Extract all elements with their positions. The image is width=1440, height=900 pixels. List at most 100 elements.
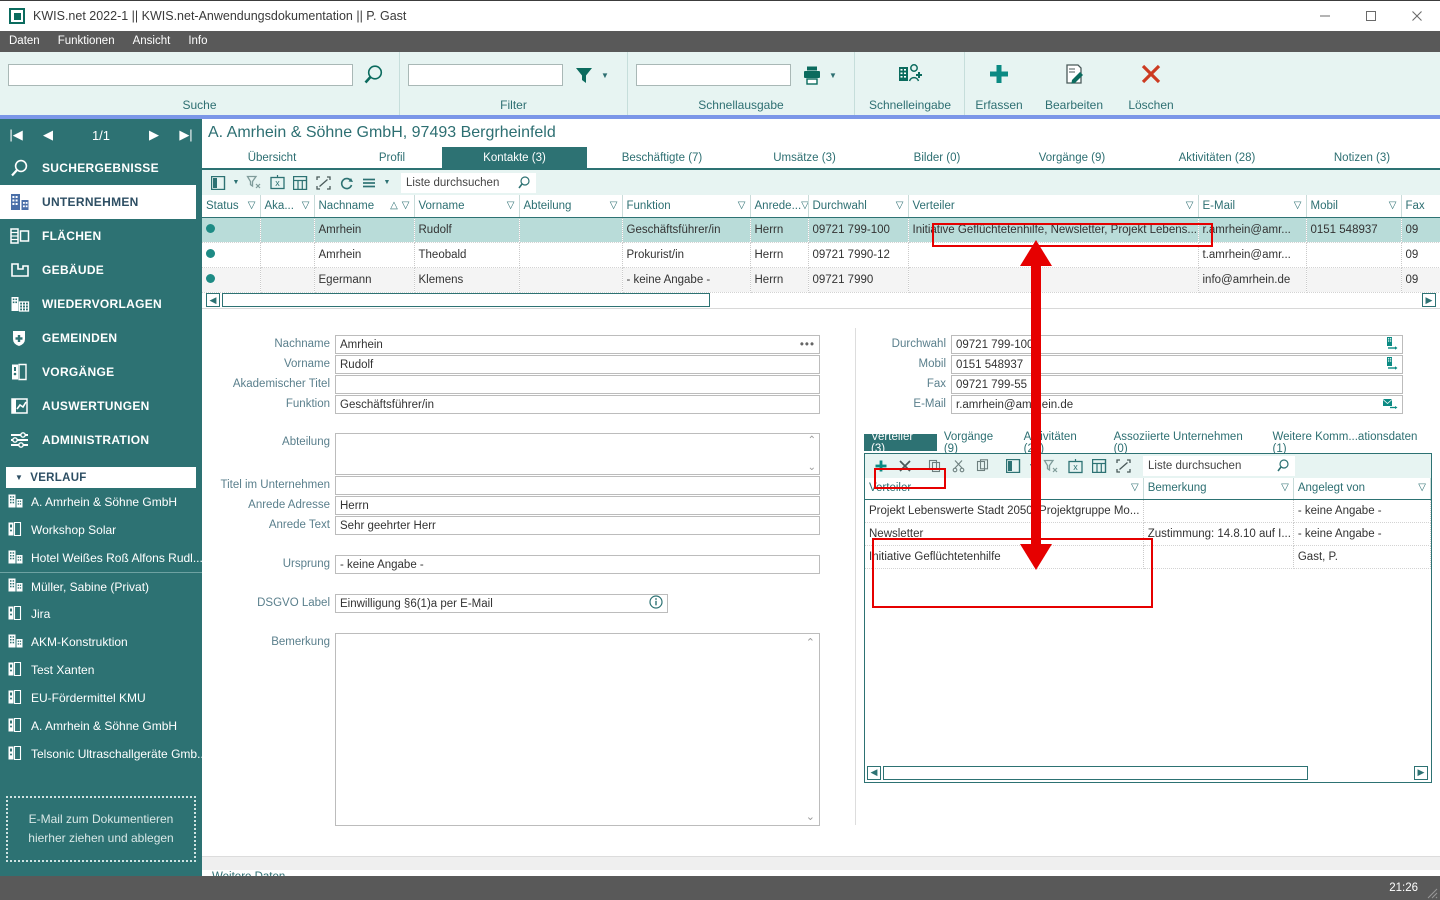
subtab-aktivitaeten[interactable]: Aktivitäten (26) bbox=[1017, 431, 1107, 455]
funnel-icon[interactable] bbox=[569, 60, 599, 90]
history-item[interactable]: Telsonic Ultraschallgeräte Gmb... bbox=[0, 740, 202, 768]
erfassen-button[interactable]: Erfassen bbox=[965, 52, 1033, 115]
maximize-button[interactable] bbox=[1348, 1, 1394, 32]
info-icon[interactable] bbox=[649, 595, 663, 612]
col-fax[interactable]: Fax bbox=[1401, 195, 1440, 218]
x-icon[interactable] bbox=[895, 456, 915, 476]
cut-icon[interactable] bbox=[949, 456, 969, 476]
input-nachname[interactable]: Amrhein ••• bbox=[335, 335, 820, 354]
table-row[interactable]: Amrhein Rudolf Geschäftsführer/in Herrn … bbox=[202, 217, 1440, 243]
scroll-left-button[interactable]: ◀ bbox=[206, 293, 220, 307]
tab-bilder[interactable]: Bilder (0) bbox=[872, 147, 1002, 168]
scroll-up-icon[interactable]: ⌃ bbox=[806, 636, 815, 649]
clear-filter-icon[interactable] bbox=[244, 173, 264, 193]
filter-icon[interactable]: ▽ bbox=[801, 200, 807, 211]
filter-input[interactable] bbox=[408, 64, 563, 86]
tab-kontakte[interactable]: Kontakte (3) bbox=[442, 147, 587, 168]
col-status[interactable]: Status ▽ bbox=[202, 195, 261, 218]
ellipsis-icon[interactable]: ••• bbox=[800, 339, 815, 351]
chevron-down-icon[interactable]: ▼ bbox=[382, 173, 392, 193]
columns-icon[interactable] bbox=[208, 173, 228, 193]
input-titel-im-unternehmen[interactable] bbox=[335, 476, 820, 495]
resize-grip-icon[interactable] bbox=[1424, 885, 1438, 899]
schnelleingabe-button[interactable]: Schnelleingabe bbox=[855, 52, 965, 115]
table-row[interactable]: Projekt Lebenswerte Stadt 2050: Projektg… bbox=[865, 499, 1432, 523]
filter-icon[interactable]: ▽ bbox=[1281, 482, 1289, 494]
input-anrede-text[interactable]: Sehr geehrter Herr bbox=[335, 516, 820, 535]
input-vorname[interactable]: Rudolf bbox=[335, 355, 820, 374]
filter-icon[interactable]: ▽ bbox=[610, 200, 618, 211]
scrollbar-thumb[interactable] bbox=[883, 765, 1308, 780]
col-bemerkung[interactable]: Bemerkung ▽ bbox=[1143, 478, 1294, 500]
history-item[interactable]: A. Amrhein & Söhne GmbH bbox=[0, 712, 202, 740]
scroll-down-icon[interactable]: ⌄ bbox=[806, 810, 815, 823]
clear-filter-icon[interactable] bbox=[1041, 456, 1061, 476]
pager-prev-button[interactable]: ◀ bbox=[32, 127, 64, 143]
menu-item-daten[interactable]: Daten bbox=[0, 31, 49, 52]
tab-vorgaenge[interactable]: Vorgänge (9) bbox=[1002, 147, 1142, 168]
input-akademischer-titel[interactable] bbox=[335, 375, 820, 394]
paste-icon[interactable] bbox=[973, 456, 993, 476]
sort-asc-icon[interactable]: △ bbox=[390, 200, 398, 211]
table-row[interactable]: Egermann Klemens - keine Angabe - Herrn … bbox=[202, 267, 1440, 293]
filter-icon[interactable]: ▽ bbox=[1389, 200, 1397, 211]
history-item[interactable]: Jira bbox=[0, 600, 202, 628]
scrollbar-track[interactable] bbox=[220, 293, 1422, 307]
scroll-down-icon[interactable]: ⌄ bbox=[808, 462, 816, 473]
excel-export-icon[interactable]: x bbox=[267, 173, 287, 193]
minimize-button[interactable] bbox=[1302, 1, 1348, 32]
menu-item-info[interactable]: Info bbox=[179, 31, 216, 52]
expand-icon[interactable] bbox=[313, 173, 333, 193]
sidebar-item-flaechen[interactable]: FLÄCHEN bbox=[0, 219, 202, 253]
filter-dropdown-caret-icon[interactable]: ▼ bbox=[599, 71, 611, 80]
col-anrede[interactable]: Anrede...▽ bbox=[750, 195, 809, 218]
filter-icon[interactable]: ▽ bbox=[302, 200, 310, 211]
filter-icon[interactable]: ▽ bbox=[1131, 482, 1139, 494]
scrollbar-track[interactable] bbox=[881, 765, 1414, 780]
verteiler-horizontal-scrollbar[interactable]: ◀ ▶ bbox=[867, 765, 1428, 780]
pager-last-button[interactable]: ▶| bbox=[170, 127, 202, 143]
sidebar-item-unternehmen[interactable]: UNTERNEHMEN bbox=[0, 185, 196, 219]
magnifier-icon[interactable] bbox=[517, 175, 532, 193]
scroll-right-button[interactable]: ▶ bbox=[1414, 765, 1428, 780]
col-email[interactable]: E-Mail ▽ bbox=[1198, 195, 1307, 218]
pager-next-button[interactable]: ▶ bbox=[138, 127, 170, 143]
history-section-header[interactable]: ▼ VERLAUF bbox=[6, 467, 196, 488]
tab-profil[interactable]: Profil bbox=[342, 147, 442, 168]
history-item[interactable]: AKM-Konstruktion bbox=[0, 628, 202, 656]
tab-beschaeftigte[interactable]: Beschäftigte (7) bbox=[587, 147, 737, 168]
input-durchwahl[interactable]: 09721 799-100 bbox=[951, 335, 1403, 354]
input-ursprung[interactable]: - keine Angabe - bbox=[335, 555, 820, 574]
menu-item-ansicht[interactable]: Ansicht bbox=[124, 31, 180, 52]
sidebar-item-auswertungen[interactable]: AUSWERTUNGEN bbox=[0, 389, 202, 423]
filter-icon[interactable]: ▽ bbox=[1294, 200, 1302, 211]
plus-icon[interactable] bbox=[871, 456, 891, 476]
history-item[interactable]: Test Xanten bbox=[0, 656, 202, 684]
input-funktion[interactable]: Geschäftsführer/in bbox=[335, 395, 820, 414]
scroll-left-button[interactable]: ◀ bbox=[867, 765, 881, 780]
tab-uebersicht[interactable]: Übersicht bbox=[202, 147, 342, 168]
email-dropzone[interactable]: E-Mail zum Dokumentieren hierher ziehen … bbox=[6, 796, 196, 862]
subtab-assoziierte-unternehmen[interactable]: Assoziierte Unternehmen (0) bbox=[1107, 431, 1266, 455]
phone-dial-icon[interactable] bbox=[1384, 336, 1398, 353]
excel-export-icon[interactable]: x bbox=[1065, 456, 1085, 476]
magnifier-icon[interactable] bbox=[1276, 458, 1291, 476]
history-item[interactable]: EU-Fördermittel KMU bbox=[0, 684, 202, 712]
suche-input[interactable] bbox=[8, 64, 353, 86]
table-row[interactable]: Newsletter Zustimmung: 14.8.10 auf I... … bbox=[865, 522, 1432, 546]
menu-icon[interactable] bbox=[359, 173, 379, 193]
input-bemerkung[interactable]: ⌃ ⌄ bbox=[335, 633, 820, 826]
subtab-vorgaenge[interactable]: Vorgänge (9) bbox=[937, 431, 1017, 455]
filter-icon[interactable]: ▽ bbox=[248, 200, 256, 211]
filter-icon[interactable]: ▽ bbox=[1418, 482, 1426, 494]
subtab-verteiler[interactable]: Verteiler (3) bbox=[864, 431, 937, 455]
col-aka[interactable]: Aka... ▽ bbox=[260, 195, 315, 218]
expand-icon[interactable] bbox=[1113, 456, 1133, 476]
sidebar-item-gebaeude[interactable]: GEBÄUDE bbox=[0, 253, 202, 287]
filter-icon[interactable]: ▽ bbox=[738, 200, 746, 211]
grid-horizontal-scrollbar[interactable]: ◀ ▶ bbox=[202, 292, 1440, 309]
col-durchwahl[interactable]: Durchwahl ▽ bbox=[808, 195, 909, 218]
sidebar-item-administration[interactable]: ADMINISTRATION bbox=[0, 423, 202, 457]
col-verteiler[interactable]: Verteiler ▽ bbox=[908, 195, 1199, 218]
chevron-down-icon[interactable]: ▼ bbox=[231, 173, 241, 193]
